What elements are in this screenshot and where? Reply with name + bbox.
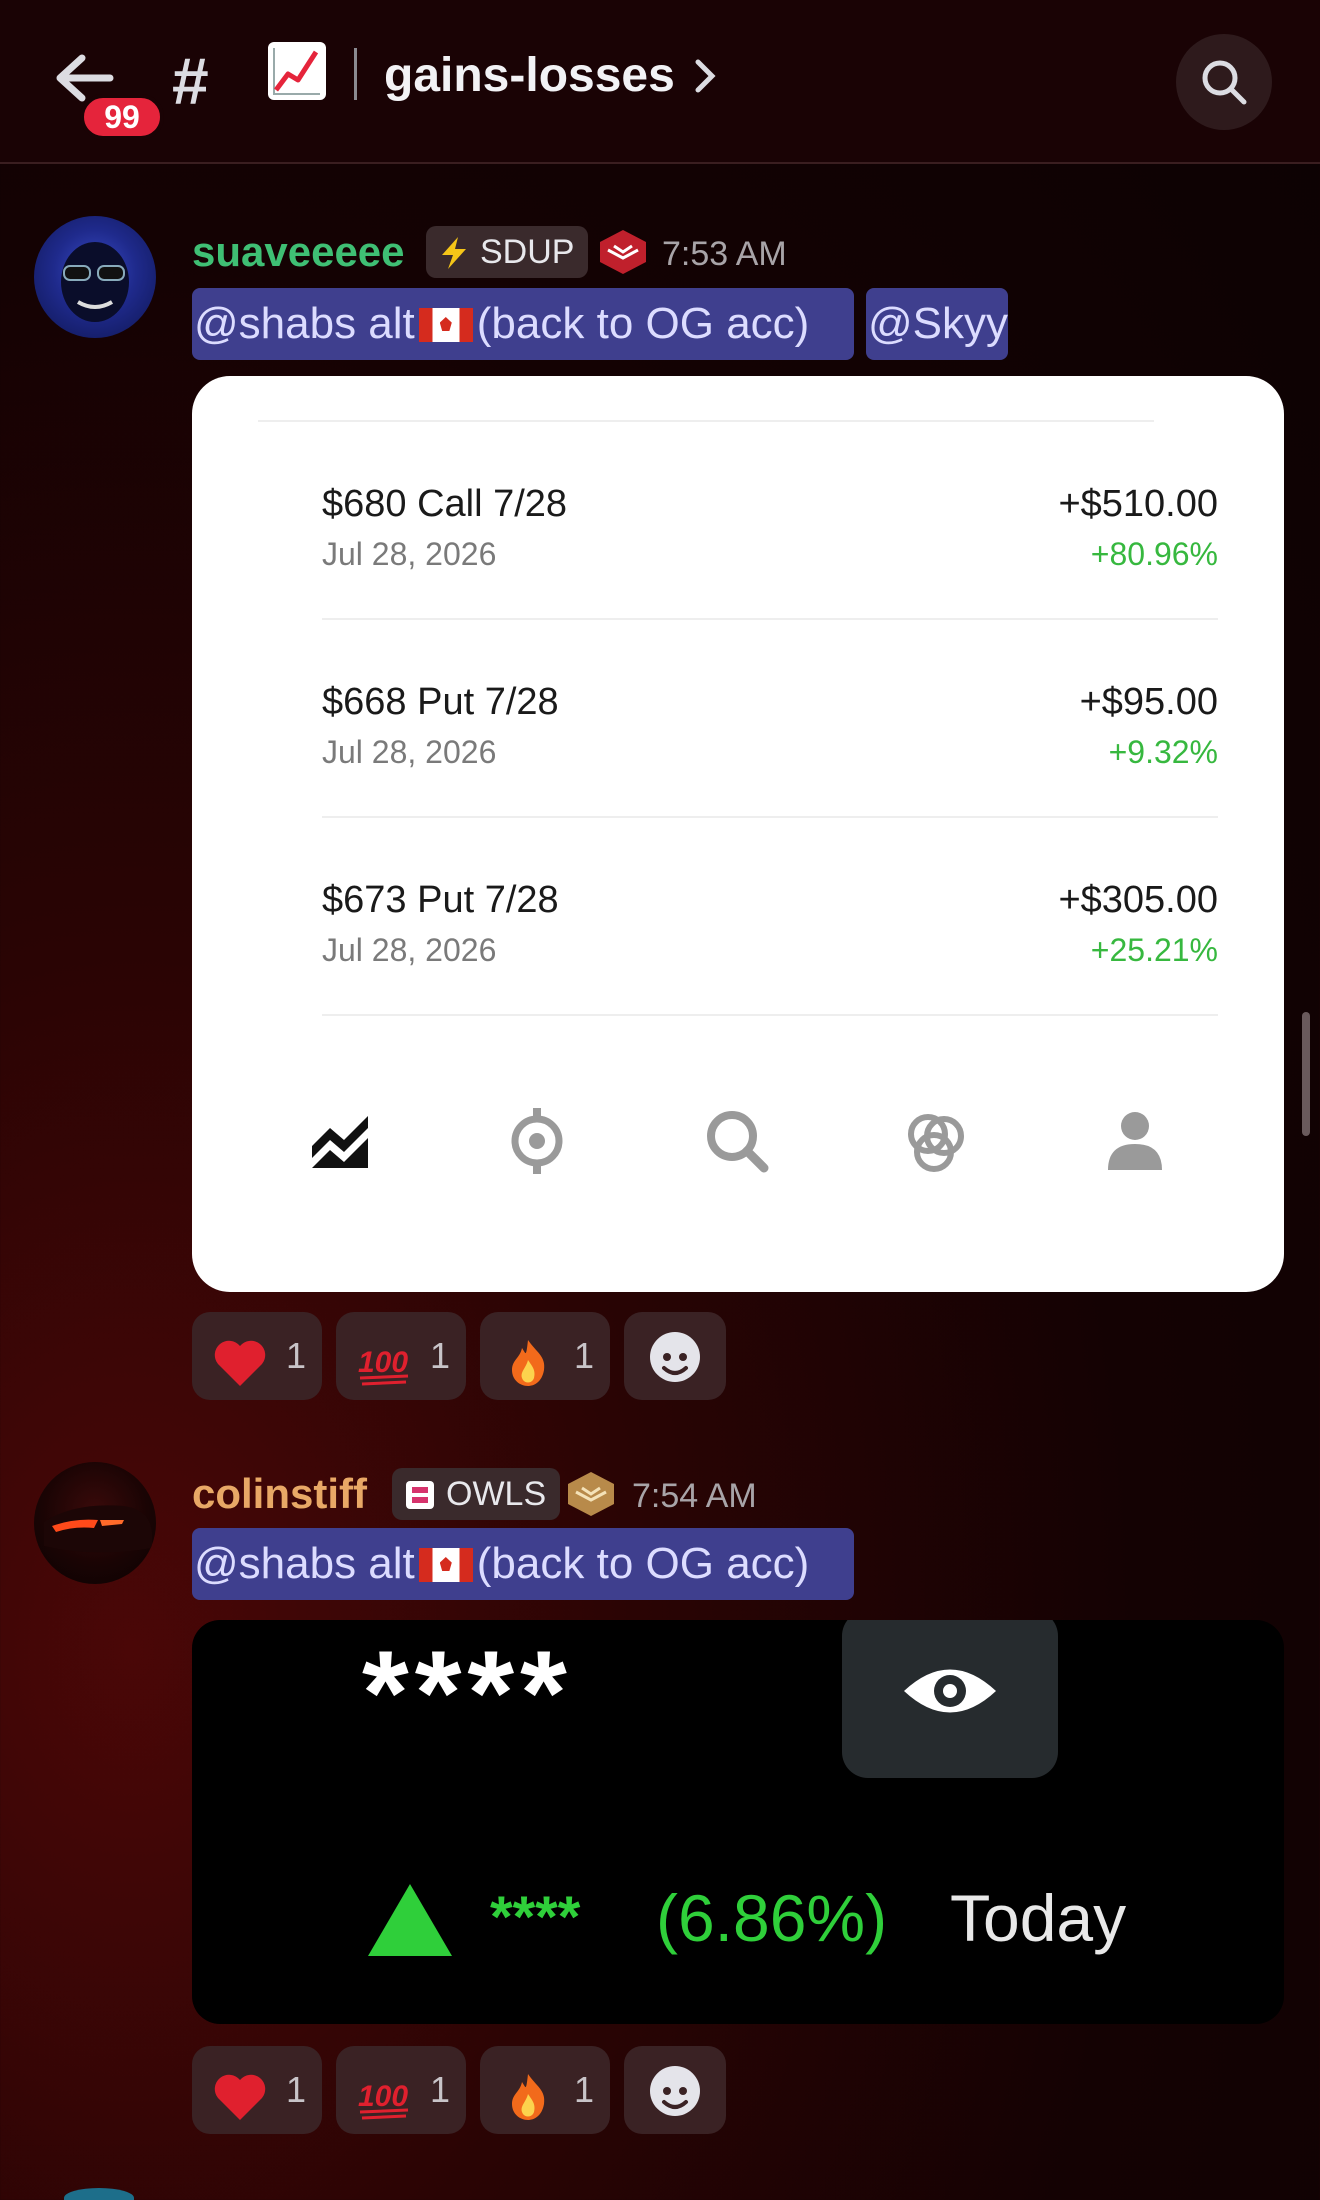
add-reaction-button[interactable] <box>624 1312 726 1400</box>
mention-user[interactable]: @Skyy <box>866 288 1008 360</box>
position-name: $668 Put 7/28 <box>322 681 559 723</box>
svg-text:100: 100 <box>358 2080 408 2113</box>
guild-badge-icon <box>564 1470 618 1518</box>
position-percent: +9.32% <box>1108 734 1218 770</box>
crypto-icon <box>502 1106 572 1176</box>
reaction-hundred[interactable]: 100 1 <box>336 2046 466 2134</box>
channel-header: 99 # gains-losses <box>0 0 1320 164</box>
gain-percent: (6.86%) <box>656 1881 888 1955</box>
eye-icon <box>904 1669 996 1713</box>
timestamp: 7:54 AM <box>632 1477 757 1515</box>
reaction-count: 1 <box>430 1335 451 1376</box>
username[interactable]: suaveeeee <box>192 226 405 278</box>
channel-title[interactable]: gains-losses <box>384 44 675 108</box>
heart-icon <box>212 2066 268 2120</box>
position-percent: +80.96% <box>1090 536 1218 572</box>
up-arrow-icon <box>368 1884 452 1956</box>
svg-text:100: 100 <box>358 1346 408 1379</box>
role-tag-label: SDUP <box>480 233 575 271</box>
canada-flag-icon <box>418 308 473 342</box>
avatar[interactable] <box>34 216 156 338</box>
lightning-icon <box>436 234 472 270</box>
position-amount: +$305.00 <box>1058 879 1218 921</box>
position-amount: +$95.00 <box>1079 681 1218 723</box>
position-row: $668 Put 7/28 Jul 28, 2026 +$95.00 +9.32… <box>322 620 1218 818</box>
fire-icon <box>500 1332 556 1386</box>
hundred-points-icon: 100 <box>356 1332 412 1386</box>
rings-icon <box>900 1106 970 1176</box>
search-button[interactable] <box>1176 34 1272 130</box>
position-date: Jul 28, 2026 <box>322 932 497 968</box>
reaction-heart[interactable]: 1 <box>192 1312 322 1400</box>
reaction-fire[interactable]: 1 <box>480 1312 610 1400</box>
mention-user-label: @shabs alt <box>194 299 415 348</box>
reaction-fire[interactable]: 1 <box>480 2046 610 2134</box>
canada-flag-icon <box>418 1548 473 1582</box>
chart-increasing-icon <box>268 42 326 100</box>
reaction-count: 1 <box>430 2069 451 2110</box>
username[interactable]: colinstiff <box>192 1468 367 1520</box>
avatar[interactable] <box>64 2188 134 2200</box>
position-name: $680 Call 7/28 <box>322 483 568 525</box>
timestamp: 7:53 AM <box>662 235 787 273</box>
reaction-count: 1 <box>574 1335 595 1376</box>
role-tag[interactable]: SDUP <box>426 226 589 278</box>
positions-screenshot[interactable]: $680 Call 7/28 Jul 28, 2026 +$510.00 +80… <box>192 376 1284 1292</box>
mention-user-suffix: (back to OG acc) <box>476 1539 810 1588</box>
scrollbar[interactable] <box>1302 1012 1310 1136</box>
mention-user[interactable]: @shabs alt (back to OG acc) <box>192 1528 854 1600</box>
profile-icon <box>1100 1106 1170 1176</box>
chart-icon <box>306 1106 376 1176</box>
divider <box>322 1014 1218 1016</box>
avatar[interactable] <box>34 1462 156 1584</box>
smiley-icon <box>650 2066 700 2116</box>
role-tag[interactable]: OWLS <box>392 1468 561 1520</box>
role-tag-label: OWLS <box>446 1475 547 1513</box>
search-icon <box>1202 60 1247 105</box>
unread-count-badge: 99 <box>80 94 164 140</box>
position-amount: +$510.00 <box>1058 483 1218 525</box>
hundred-points-icon: 100 <box>356 2066 412 2120</box>
reaction-count: 1 <box>574 2069 595 2110</box>
owls-icon <box>402 1476 438 1512</box>
guild-badge-icon <box>596 228 650 276</box>
reaction-hundred[interactable]: 100 1 <box>336 1312 466 1400</box>
reveal-balance-button <box>842 1620 1058 1778</box>
reaction-count: 1 <box>286 2069 307 2110</box>
position-percent: +25.21% <box>1090 932 1218 968</box>
chevron-right-icon[interactable] <box>690 56 720 96</box>
heart-icon <box>212 1332 268 1386</box>
hash-icon: # <box>172 44 209 118</box>
position-row: $673 Put 7/28 Jul 28, 2026 +$305.00 +25.… <box>322 818 1218 1016</box>
fire-icon <box>500 2066 556 2120</box>
gain-period: Today <box>950 1881 1127 1955</box>
position-name: $673 Put 7/28 <box>322 879 559 921</box>
add-reaction-button[interactable] <box>624 2046 726 2134</box>
balance-screenshot[interactable]: **** **** (6.86%) Today <box>192 1620 1284 2024</box>
search-icon <box>702 1106 772 1176</box>
mention-user-suffix: (back to OG acc) <box>476 299 810 348</box>
masked-balance: **** <box>362 1626 573 1760</box>
smiley-icon <box>650 1332 700 1382</box>
mention-user-label: @shabs alt <box>194 1539 415 1588</box>
reaction-heart[interactable]: 1 <box>192 2046 322 2134</box>
masked-gain: **** <box>490 1885 581 1950</box>
position-row: $680 Call 7/28 Jul 28, 2026 +$510.00 +80… <box>322 422 1218 620</box>
position-date: Jul 28, 2026 <box>322 734 497 770</box>
position-date: Jul 28, 2026 <box>322 536 497 572</box>
header-divider <box>354 48 357 100</box>
mention-user[interactable]: @shabs alt (back to OG acc) <box>192 288 854 360</box>
reaction-count: 1 <box>286 1335 307 1376</box>
